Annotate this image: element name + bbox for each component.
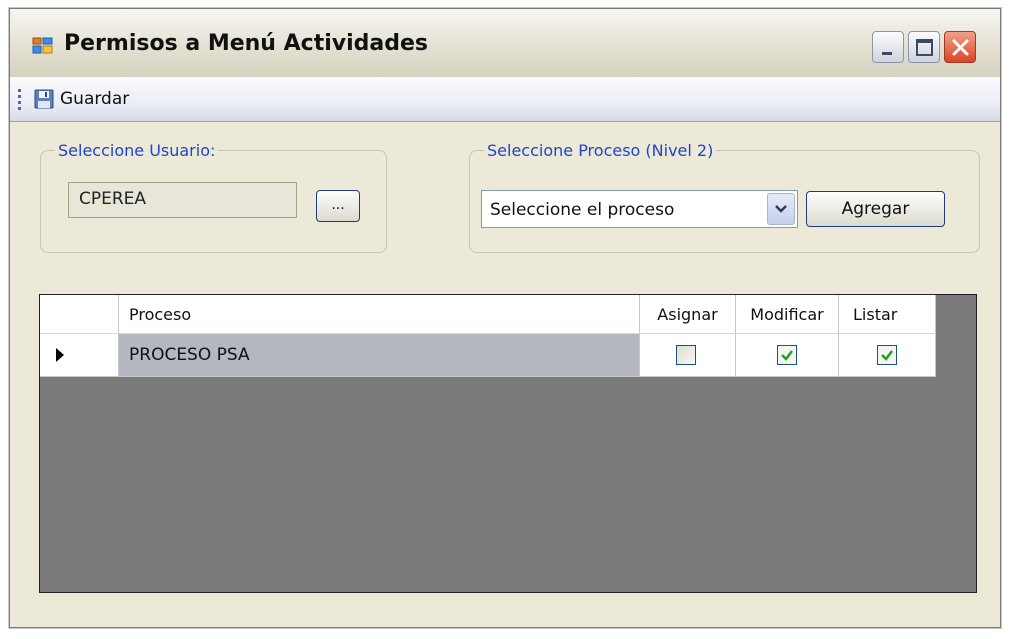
modificar-checkbox[interactable] <box>777 345 797 365</box>
add-button[interactable]: Agregar <box>806 191 945 227</box>
column-header-listar[interactable]: Listar <box>839 295 936 334</box>
window-title: Permisos a Menú Actividades <box>64 31 428 56</box>
browse-user-button[interactable]: ... <box>316 190 360 222</box>
listar-checkbox[interactable] <box>877 345 897 365</box>
form-icon <box>32 37 53 54</box>
column-header-proceso[interactable]: Proceso <box>119 295 640 334</box>
process-group-legend: Seleccione Proceso (Nivel 2) <box>487 141 714 160</box>
save-label: Guardar <box>60 89 130 109</box>
checkmark-icon <box>881 350 893 361</box>
permissions-grid[interactable]: Proceso Asignar Modificar Listar PROCESO… <box>39 294 977 593</box>
user-group-legend: Seleccione Usuario: <box>58 141 216 160</box>
cell-proceso[interactable]: PROCESO PSA <box>119 334 640 377</box>
grid-corner-header[interactable] <box>40 295 119 334</box>
user-field[interactable]: CPEREA <box>68 182 297 218</box>
save-button[interactable]: Guardar <box>28 83 135 115</box>
chevron-down-icon <box>775 205 787 213</box>
grid-header: Proceso Asignar Modificar Listar <box>40 295 936 334</box>
minimize-icon <box>882 52 892 55</box>
floppy-disk-icon <box>34 89 54 109</box>
close-icon <box>952 39 969 56</box>
close-button[interactable] <box>944 31 976 63</box>
combobox-dropdown-button[interactable] <box>767 193 795 225</box>
process-combobox-value: Seleccione el proceso <box>490 200 675 220</box>
asignar-checkbox[interactable] <box>676 345 696 365</box>
cell-listar[interactable] <box>839 334 936 377</box>
table-row[interactable]: PROCESO PSA <box>40 334 936 377</box>
cell-modificar[interactable] <box>736 334 839 377</box>
cell-asignar[interactable] <box>640 334 736 377</box>
current-row-arrow-icon <box>56 348 64 362</box>
title-bar[interactable]: Permisos a Menú Actividades <box>10 9 1000 78</box>
row-header[interactable] <box>40 334 119 377</box>
column-header-modificar[interactable]: Modificar <box>736 295 839 334</box>
app-window: Permisos a Menú Actividades Guardar Sele… <box>9 8 1001 628</box>
toolbar: Guardar <box>10 77 1000 122</box>
column-header-asignar[interactable]: Asignar <box>640 295 736 334</box>
minimize-button[interactable] <box>872 31 904 63</box>
checkmark-icon <box>781 350 793 361</box>
maximize-button[interactable] <box>908 31 940 63</box>
toolbar-grip[interactable] <box>18 89 22 111</box>
process-combobox[interactable]: Seleccione el proceso <box>481 190 798 228</box>
maximize-icon <box>916 39 933 56</box>
